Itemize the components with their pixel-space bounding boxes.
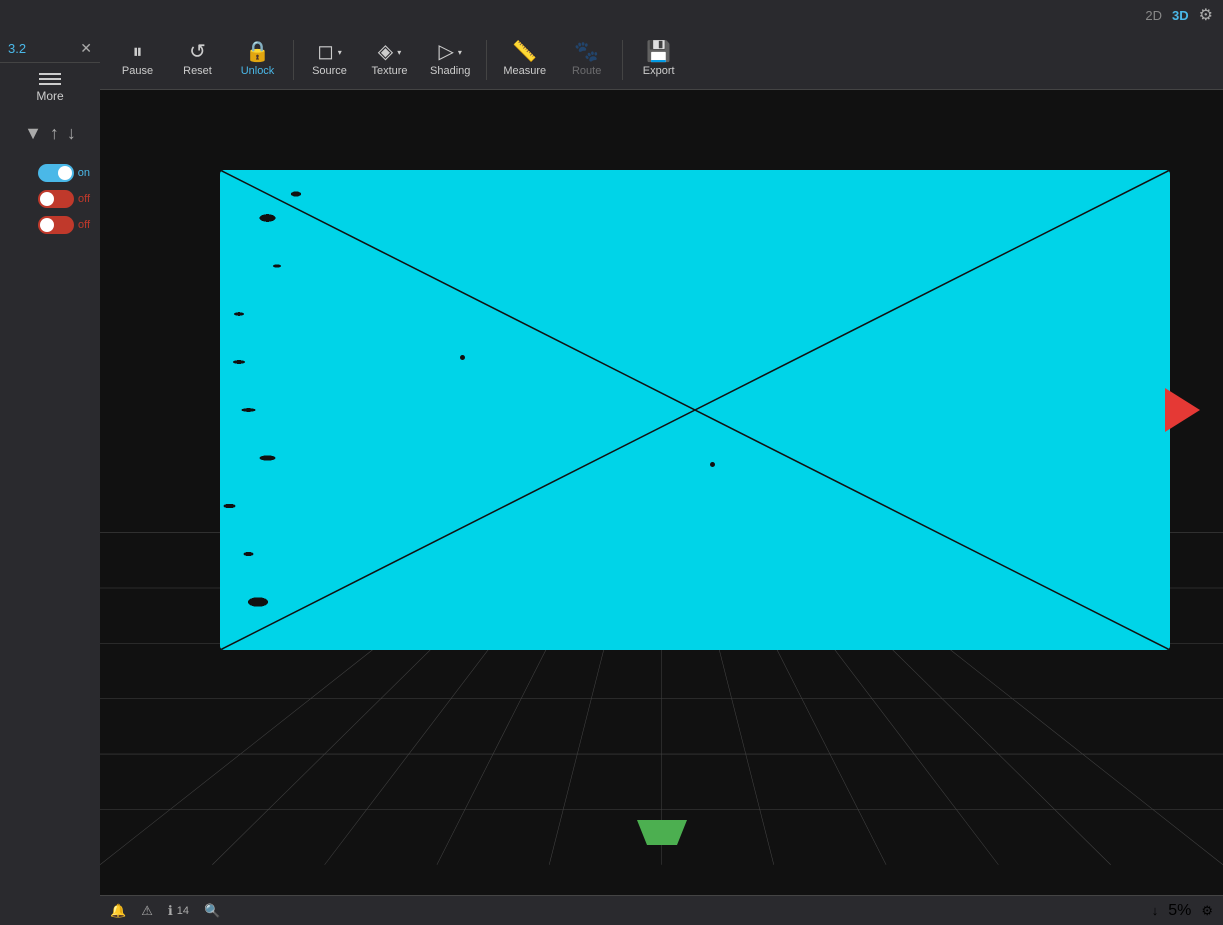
pause-button[interactable]: ⏸ Pause bbox=[110, 34, 165, 86]
status-item-warning: ⚠ bbox=[141, 903, 153, 919]
texture-dropdown-arrow: ▾ bbox=[397, 48, 401, 57]
menu-button[interactable]: More bbox=[36, 73, 63, 103]
texture-icon-row: ◈ ▾ bbox=[378, 42, 401, 62]
viewport[interactable] bbox=[100, 90, 1223, 895]
download-button[interactable]: ↓ bbox=[67, 123, 76, 144]
pc-lines-svg bbox=[220, 170, 1170, 650]
view-3d-button[interactable]: 3D bbox=[1172, 8, 1189, 23]
toggle-label-1: on bbox=[78, 167, 90, 179]
sidebar: 3.2 ✕ More ▼ ↑ ↓ on off bbox=[0, 30, 100, 925]
statusbar-download-icon[interactable]: ↓ bbox=[1152, 903, 1159, 918]
close-button[interactable]: ✕ bbox=[80, 40, 92, 57]
statusbar-settings-icon[interactable]: ⚙ bbox=[1201, 903, 1213, 919]
measure-icon: 📏 bbox=[512, 42, 537, 62]
source-label: Source bbox=[312, 65, 347, 77]
separator-1 bbox=[293, 40, 294, 80]
toggle-1[interactable] bbox=[38, 164, 74, 182]
shading-label: Shading bbox=[430, 65, 470, 77]
unlock-label: Unlock bbox=[241, 65, 275, 77]
shading-button[interactable]: ▷ ▾ Shading bbox=[422, 34, 478, 86]
point-cloud bbox=[220, 170, 1170, 650]
toggle-row-2: off bbox=[38, 190, 90, 208]
source-icon: ◻ bbox=[317, 42, 334, 62]
toggle-row-3: off bbox=[38, 216, 90, 234]
route-label: Route bbox=[572, 65, 601, 77]
source-icon-row: ◻ ▾ bbox=[317, 42, 342, 62]
collapse-button[interactable]: ▼ bbox=[24, 123, 42, 144]
reset-button[interactable]: ↺ Reset bbox=[170, 34, 225, 86]
shading-icon-row: ▷ ▾ bbox=[438, 42, 461, 62]
status-item-info: ℹ 14 bbox=[168, 903, 189, 919]
source-dropdown-arrow: ▾ bbox=[338, 48, 342, 57]
green-marker bbox=[632, 820, 692, 850]
toggle-label-2: off bbox=[78, 193, 90, 205]
search-icon: 🔍 bbox=[204, 903, 220, 919]
toggle-2[interactable] bbox=[38, 190, 74, 208]
source-button[interactable]: ◻ ▾ Source bbox=[302, 34, 357, 86]
export-button[interactable]: 💾 Export bbox=[631, 34, 686, 86]
sidebar-toggles: on off off bbox=[0, 159, 100, 239]
version-label: 3.2 bbox=[8, 41, 26, 56]
status-bar: 🔔 ⚠ ℹ 14 🔍 ↓ 5% ⚙ bbox=[100, 895, 1223, 925]
bell-icon: 🔔 bbox=[110, 903, 126, 919]
texture-label: Texture bbox=[371, 65, 407, 77]
hamburger-icon bbox=[39, 73, 61, 85]
shading-icon: ▷ bbox=[438, 42, 453, 62]
view-2d-button[interactable]: 2D bbox=[1145, 8, 1162, 23]
more-label: More bbox=[36, 89, 63, 103]
separator-2 bbox=[486, 40, 487, 80]
pause-icon: ⏸ bbox=[133, 42, 143, 62]
texture-button[interactable]: ◈ ▾ Texture bbox=[362, 34, 417, 86]
unlock-icon: 🔒 bbox=[245, 42, 270, 62]
measure-label: Measure bbox=[503, 65, 546, 77]
route-icon: 🐾 bbox=[574, 42, 599, 62]
pc-dot-1 bbox=[460, 355, 465, 360]
reset-icon: ↺ bbox=[189, 42, 206, 62]
measure-button[interactable]: 📏 Measure bbox=[495, 34, 554, 86]
status-item-bell: 🔔 bbox=[110, 903, 126, 919]
pc-dot-2 bbox=[710, 462, 715, 467]
status-item-search: 🔍 bbox=[204, 903, 220, 919]
status-bar-right: ↓ 5% ⚙ bbox=[1152, 902, 1213, 920]
separator-3 bbox=[622, 40, 623, 80]
pause-label: Pause bbox=[122, 65, 153, 77]
shading-dropdown-arrow: ▾ bbox=[458, 48, 462, 57]
sidebar-top: 3.2 ✕ bbox=[0, 35, 100, 63]
point-cloud-container bbox=[220, 170, 1170, 650]
red-arrow bbox=[1165, 388, 1200, 432]
warning-icon: ⚠ bbox=[141, 903, 153, 919]
top-bar: 2D 3D ⚙ bbox=[0, 0, 1223, 30]
export-icon: 💾 bbox=[646, 42, 671, 62]
content-area: ⏸ Pause ↺ Reset 🔒 Unlock ◻ ▾ Source bbox=[100, 30, 1223, 925]
sidebar-actions: ▼ ↑ ↓ bbox=[19, 118, 81, 149]
reset-label: Reset bbox=[183, 65, 212, 77]
export-label: Export bbox=[643, 65, 675, 77]
info-icon: ℹ bbox=[168, 903, 173, 919]
main-layout: 3.2 ✕ More ▼ ↑ ↓ on off bbox=[0, 30, 1223, 925]
info-count: 14 bbox=[177, 905, 189, 917]
toggle-row-1: on bbox=[38, 164, 90, 182]
green-trapezoid-svg bbox=[632, 820, 692, 845]
settings-button[interactable]: ⚙ bbox=[1199, 5, 1213, 25]
upload-button[interactable]: ↑ bbox=[50, 123, 59, 144]
toggle-label-3: off bbox=[78, 219, 90, 231]
unlock-button[interactable]: 🔒 Unlock bbox=[230, 34, 285, 86]
zoom-level: 5% bbox=[1168, 902, 1191, 920]
texture-icon: ◈ bbox=[378, 42, 393, 62]
route-button[interactable]: 🐾 Route bbox=[559, 34, 614, 86]
toggle-3[interactable] bbox=[38, 216, 74, 234]
toolbar: ⏸ Pause ↺ Reset 🔒 Unlock ◻ ▾ Source bbox=[100, 30, 1223, 90]
